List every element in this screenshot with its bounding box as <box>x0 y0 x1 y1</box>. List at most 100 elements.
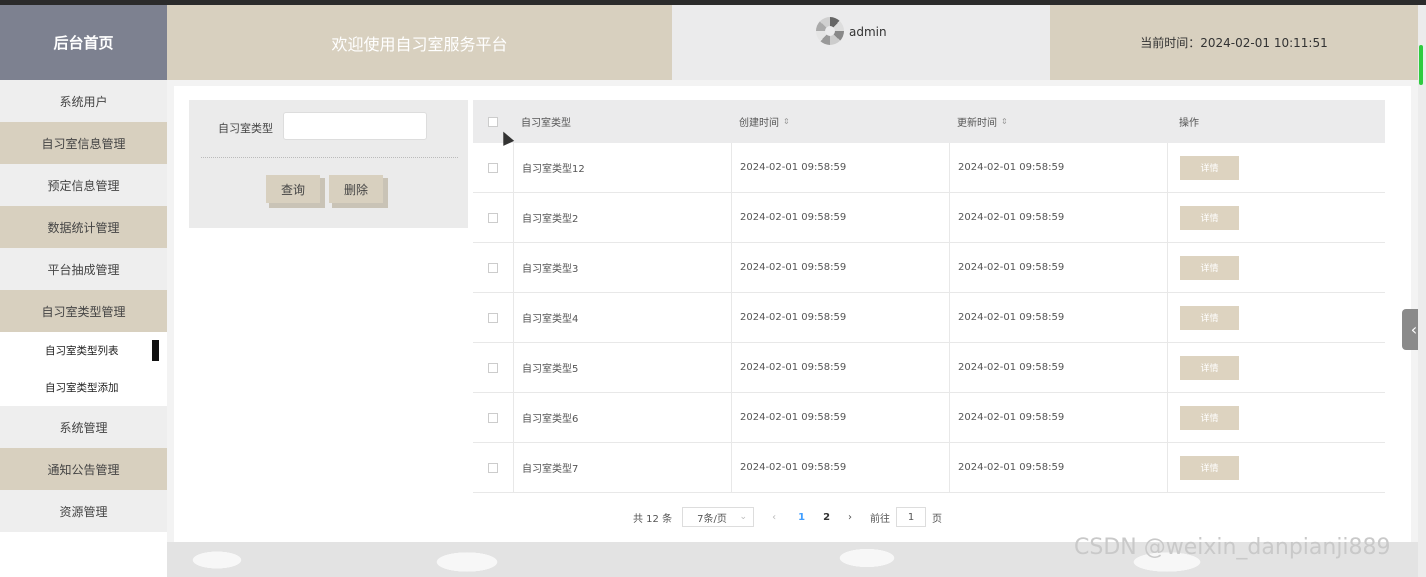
cell-updated: 2024-02-01 09:58:59 <box>949 343 1167 392</box>
prev-page-button[interactable]: ‹ <box>772 512 776 523</box>
search-input[interactable] <box>283 112 427 140</box>
header-actions: 操作 <box>1167 100 1385 143</box>
detail-button[interactable]: 详情 <box>1180 205 1239 230</box>
active-indicator <box>152 340 159 361</box>
table-row: 自习室类型6 2024-02-01 09:58:59 2024-02-01 09:5… <box>473 393 1385 443</box>
table-row: 自习室类型4 2024-02-01 09:58:59 2024-02-01 09:5… <box>473 293 1385 343</box>
table-row: 自习室类型5 2024-02-01 09:58:59 2024-02-01 09:5… <box>473 343 1385 393</box>
watermark: CSDN @weixin_danpianji889 <box>1074 535 1391 560</box>
header-type: 自习室类型 <box>513 100 731 143</box>
cell-created: 2024-02-01 09:58:59 <box>731 343 949 392</box>
row-checkbox[interactable] <box>488 262 498 273</box>
detail-button[interactable]: 详情 <box>1180 255 1239 280</box>
sidebar-item-room-type-mgmt[interactable]: 自习室类型管理 <box>0 290 167 332</box>
sort-icon[interactable]: ⇕ <box>783 117 790 126</box>
row-checkbox[interactable] <box>488 462 498 473</box>
avatar[interactable] <box>816 17 844 45</box>
cell-created: 2024-02-01 09:58:59 <box>731 293 949 342</box>
cell-type: 自习室类型3 <box>513 243 731 292</box>
sidebar-item-booking-info[interactable]: 预定信息管理 <box>0 164 167 206</box>
sidebar-item-data-stats[interactable]: 数据统计管理 <box>0 206 167 248</box>
header-label: 更新时间 <box>957 118 997 129</box>
table-row: 自习室类型2 2024-02-01 09:58:59 2024-02-01 09:5… <box>473 193 1385 243</box>
row-checkbox-cell <box>473 343 513 392</box>
cell-updated: 2024-02-01 09:58:59 <box>949 243 1167 292</box>
detail-button[interactable]: 详情 <box>1180 155 1239 180</box>
sidebar-item-system-mgmt[interactable]: 系统管理 <box>0 406 167 448</box>
cell-updated: 2024-02-01 09:58:59 <box>949 143 1167 192</box>
row-checkbox-cell <box>473 243 513 292</box>
next-page-button[interactable]: › <box>848 512 852 523</box>
delete-button[interactable]: 删除 <box>329 175 383 203</box>
row-checkbox-cell <box>473 193 513 242</box>
sidebar-item-notice-mgmt[interactable]: 通知公告管理 <box>0 448 167 490</box>
sidebar-subitem-room-type-add[interactable]: 自习室类型添加 <box>0 369 167 406</box>
table-row: 自习室类型7 2024-02-01 09:58:59 2024-02-01 09:5… <box>473 443 1385 493</box>
detail-button[interactable]: 详情 <box>1180 405 1239 430</box>
search-panel: 自习室类型 查询 删除 <box>189 100 468 228</box>
sidebar-subitem-label: 自习室类型列表 <box>45 345 119 357</box>
cell-actions: 详情 <box>1167 393 1385 442</box>
logo-title[interactable]: 后台首页 <box>0 5 167 80</box>
username[interactable]: admin <box>849 25 887 39</box>
cell-updated: 2024-02-01 09:58:59 <box>949 443 1167 492</box>
header-created[interactable]: 创建时间 ⇕ <box>731 100 949 143</box>
header-label: 创建时间 <box>739 118 779 129</box>
sidebar-item-platform-commission[interactable]: 平台抽成管理 <box>0 248 167 290</box>
detail-button[interactable]: 详情 <box>1180 455 1239 480</box>
cell-type: 自习室类型7 <box>513 443 731 492</box>
chevron-down-icon: ⌄ <box>739 512 748 522</box>
sort-icon[interactable]: ⇕ <box>1001 117 1008 126</box>
cell-actions: 详情 <box>1167 243 1385 292</box>
table-row: 自习室类型3 2024-02-01 09:58:59 2024-02-01 09:5… <box>473 243 1385 293</box>
data-table: 自习室类型 创建时间 ⇕ 更新时间 ⇕ 操作 自习室类型12 2024-02-01 0… <box>473 100 1385 493</box>
row-checkbox[interactable] <box>488 312 498 323</box>
cell-created: 2024-02-01 09:58:59 <box>731 243 949 292</box>
current-time: 当前时间：2024-02-01 10:11:51 <box>1050 5 1418 80</box>
cell-updated: 2024-02-01 09:58:59 <box>949 193 1167 242</box>
select-all-checkbox[interactable] <box>488 116 498 127</box>
cell-type: 自习室类型6 <box>513 393 731 442</box>
row-checkbox-cell <box>473 143 513 192</box>
cell-type: 自习室类型2 <box>513 193 731 242</box>
welcome-banner: 欢迎使用自习室服务平台 <box>167 5 672 80</box>
scrollbar[interactable] <box>1418 5 1426 577</box>
cell-created: 2024-02-01 09:58:59 <box>731 143 949 192</box>
sidebar-item-system-users[interactable]: 系统用户 <box>0 80 167 122</box>
sidebar-item-study-room-info[interactable]: 自习室信息管理 <box>0 122 167 164</box>
cell-created: 2024-02-01 09:58:59 <box>731 193 949 242</box>
cell-updated: 2024-02-01 09:58:59 <box>949 393 1167 442</box>
goto-label: 前往 <box>870 513 891 525</box>
goto-page-input[interactable]: 1 <box>896 507 927 527</box>
row-checkbox[interactable] <box>488 162 498 173</box>
page-1[interactable]: 1 <box>798 512 805 523</box>
goto-suffix: 页 <box>932 513 943 525</box>
detail-button[interactable]: 详情 <box>1180 305 1239 330</box>
header-updated[interactable]: 更新时间 ⇕ <box>949 100 1167 143</box>
cell-updated: 2024-02-01 09:58:59 <box>949 293 1167 342</box>
row-checkbox[interactable] <box>488 362 498 373</box>
page-2[interactable]: 2 <box>823 512 830 523</box>
cell-created: 2024-02-01 09:58:59 <box>731 393 949 442</box>
sidebar-subitem-label: 自习室类型添加 <box>45 382 119 394</box>
cell-actions: 详情 <box>1167 293 1385 342</box>
cell-actions: 详情 <box>1167 143 1385 192</box>
page-size-select[interactable]: 7条/页 ⌄ <box>682 507 755 527</box>
sidebar-item-resource-mgmt[interactable]: 资源管理 <box>0 490 167 532</box>
detail-button[interactable]: 详情 <box>1180 355 1239 380</box>
user-info[interactable]: admin <box>672 5 1050 80</box>
cell-type: 自习室类型4 <box>513 293 731 342</box>
pagination: 共 12 条 7条/页 ⌄ ‹ 1 2 › 前往 1 页 <box>633 506 942 528</box>
row-checkbox[interactable] <box>488 412 498 423</box>
total-count: 共 12 条 <box>633 513 673 525</box>
scrollbar-thumb[interactable] <box>1419 45 1423 85</box>
query-button[interactable]: 查询 <box>266 175 320 203</box>
header-label: 操作 <box>1179 118 1199 129</box>
search-label: 自习室类型 <box>218 122 273 135</box>
cell-type: 自习室类型12 <box>513 143 731 192</box>
sidebar-subitem-room-type-list[interactable]: 自习室类型列表 <box>0 332 167 369</box>
sidebar: 系统用户 自习室信息管理 预定信息管理 数据统计管理 平台抽成管理 自习室类型管… <box>0 80 167 577</box>
cell-actions: 详情 <box>1167 343 1385 392</box>
row-checkbox[interactable] <box>488 212 498 223</box>
divider <box>201 157 458 158</box>
